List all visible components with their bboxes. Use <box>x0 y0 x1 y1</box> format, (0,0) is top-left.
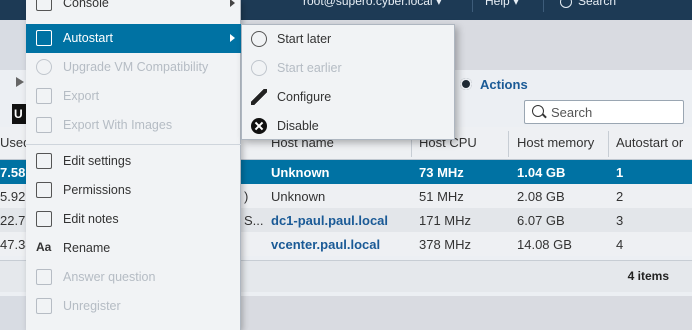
submenu-item-disable[interactable]: Disable <box>242 112 454 141</box>
search-icon <box>532 105 544 117</box>
menu-item-export-with-images[interactable]: Export With Images <box>26 111 241 140</box>
submenu-item-label: Configure <box>277 90 332 104</box>
menu-item-label: Export With Images <box>63 118 173 132</box>
chevron-right-icon <box>230 34 235 42</box>
autostart-icon <box>36 30 52 46</box>
chevron-right-icon <box>230 0 235 7</box>
search-icon <box>560 0 572 8</box>
user-menu[interactable]: root@supero.cyber.local ▾ <box>303 0 442 8</box>
vm-context-menu: Console Autostart Upgrade VM Compatibili… <box>26 0 241 330</box>
menu-item-label: Console <box>63 0 109 10</box>
menu-item-label: Export <box>63 89 100 103</box>
cell-host-cpu: 378 MHz <box>419 237 472 252</box>
menu-item-console[interactable]: Console <box>26 0 241 18</box>
edit-notes-icon <box>36 211 52 227</box>
menu-item-label: Rename <box>63 241 111 255</box>
start-later-icon <box>251 31 267 47</box>
autostart-submenu: Start later Start earlier Configure Disa… <box>241 24 455 140</box>
pencil-icon <box>251 89 267 105</box>
menu-item-edit-notes[interactable]: Edit notes <box>26 205 241 234</box>
submenu-item-label: Start earlier <box>277 61 342 75</box>
menu-item-label: Answer question <box>63 270 156 284</box>
gear-icon <box>460 78 472 90</box>
menu-item-label: Edit notes <box>63 212 119 226</box>
host-link[interactable]: vcenter.paul.local <box>271 237 380 252</box>
upgrade-icon <box>36 59 52 75</box>
answer-question-icon <box>36 269 52 285</box>
column-header-autostart[interactable]: Autostart or <box>616 135 683 150</box>
cell-host-memory: 6.07 GB <box>517 213 565 228</box>
menu-item-permissions[interactable]: Permissions <box>26 176 241 205</box>
unregister-icon <box>36 298 52 314</box>
column-header-host-memory[interactable]: Host memory <box>517 135 594 150</box>
submenu-item-label: Disable <box>277 119 319 133</box>
cell-host-cpu: 73 MHz <box>419 165 464 180</box>
disable-icon <box>251 118 267 134</box>
header-search-label: Search <box>578 0 617 8</box>
cell-autostart: 2 <box>616 189 624 204</box>
menu-item-label: Autostart <box>63 31 114 45</box>
menu-item-export[interactable]: Export <box>26 82 241 111</box>
edit-settings-icon <box>36 153 52 169</box>
menu-item-answer-question[interactable]: Answer question <box>26 263 241 292</box>
cell-partial: ) <box>244 189 249 204</box>
actions-button[interactable]: Actions <box>460 77 528 92</box>
cell-host-cpu: 171 MHz <box>419 213 472 228</box>
menu-item-upgrade-vm-compatibility[interactable]: Upgrade VM Compatibility <box>26 53 241 82</box>
submenu-item-configure[interactable]: Configure <box>242 83 454 112</box>
menu-item-autostart[interactable]: Autostart <box>26 24 241 53</box>
menu-divider <box>26 144 241 145</box>
menu-item-label: Edit settings <box>63 154 132 168</box>
actions-label: Actions <box>480 77 528 92</box>
menu-item-unregister[interactable]: Unregister <box>26 292 241 321</box>
column-divider[interactable] <box>608 131 609 157</box>
cell-autostart: 1 <box>616 165 624 180</box>
permissions-icon <box>36 182 52 198</box>
cell-host-name: Unknown <box>271 189 326 204</box>
cell-host-cpu: 51 MHz <box>419 189 464 204</box>
submenu-item-start-later[interactable]: Start later <box>242 25 454 54</box>
menu-item-edit-settings[interactable]: Edit settings <box>26 147 241 176</box>
item-count: 4 items <box>627 269 669 283</box>
cell-host-memory: 1.04 GB <box>517 165 566 180</box>
cell-autostart: 3 <box>616 213 624 228</box>
host-link[interactable]: dc1-paul.paul.local <box>271 213 388 228</box>
header-divider <box>472 0 473 12</box>
submenu-item-start-earlier[interactable]: Start earlier <box>242 54 454 83</box>
header-divider <box>543 0 544 12</box>
menu-item-label: Unregister <box>63 299 121 313</box>
cell-partial: S... <box>244 213 264 228</box>
cell-used: 5.92 <box>0 189 26 204</box>
column-divider[interactable] <box>508 131 509 157</box>
header-search[interactable]: Search <box>560 0 616 8</box>
power-on-icon[interactable] <box>16 77 24 87</box>
menu-item-rename[interactable]: Aa Rename <box>26 234 241 263</box>
start-earlier-icon <box>251 60 267 76</box>
table-search-input[interactable]: Search <box>524 100 684 124</box>
menu-item-label: Permissions <box>63 183 132 197</box>
export-icon <box>36 88 52 104</box>
menu-item-label: Upgrade VM Compatibility <box>63 60 209 74</box>
rename-icon: Aa <box>36 240 52 254</box>
search-placeholder: Search <box>551 105 593 120</box>
cell-host-name: Unknown <box>271 165 330 180</box>
console-icon <box>36 0 52 11</box>
cell-host-memory: 2.08 GB <box>517 189 565 204</box>
help-menu[interactable]: Help ▾ <box>485 0 519 8</box>
cell-autostart: 4 <box>616 237 624 252</box>
submenu-item-label: Start later <box>277 32 332 46</box>
cell-host-memory: 14.08 GB <box>517 237 572 252</box>
export-images-icon <box>36 117 52 133</box>
